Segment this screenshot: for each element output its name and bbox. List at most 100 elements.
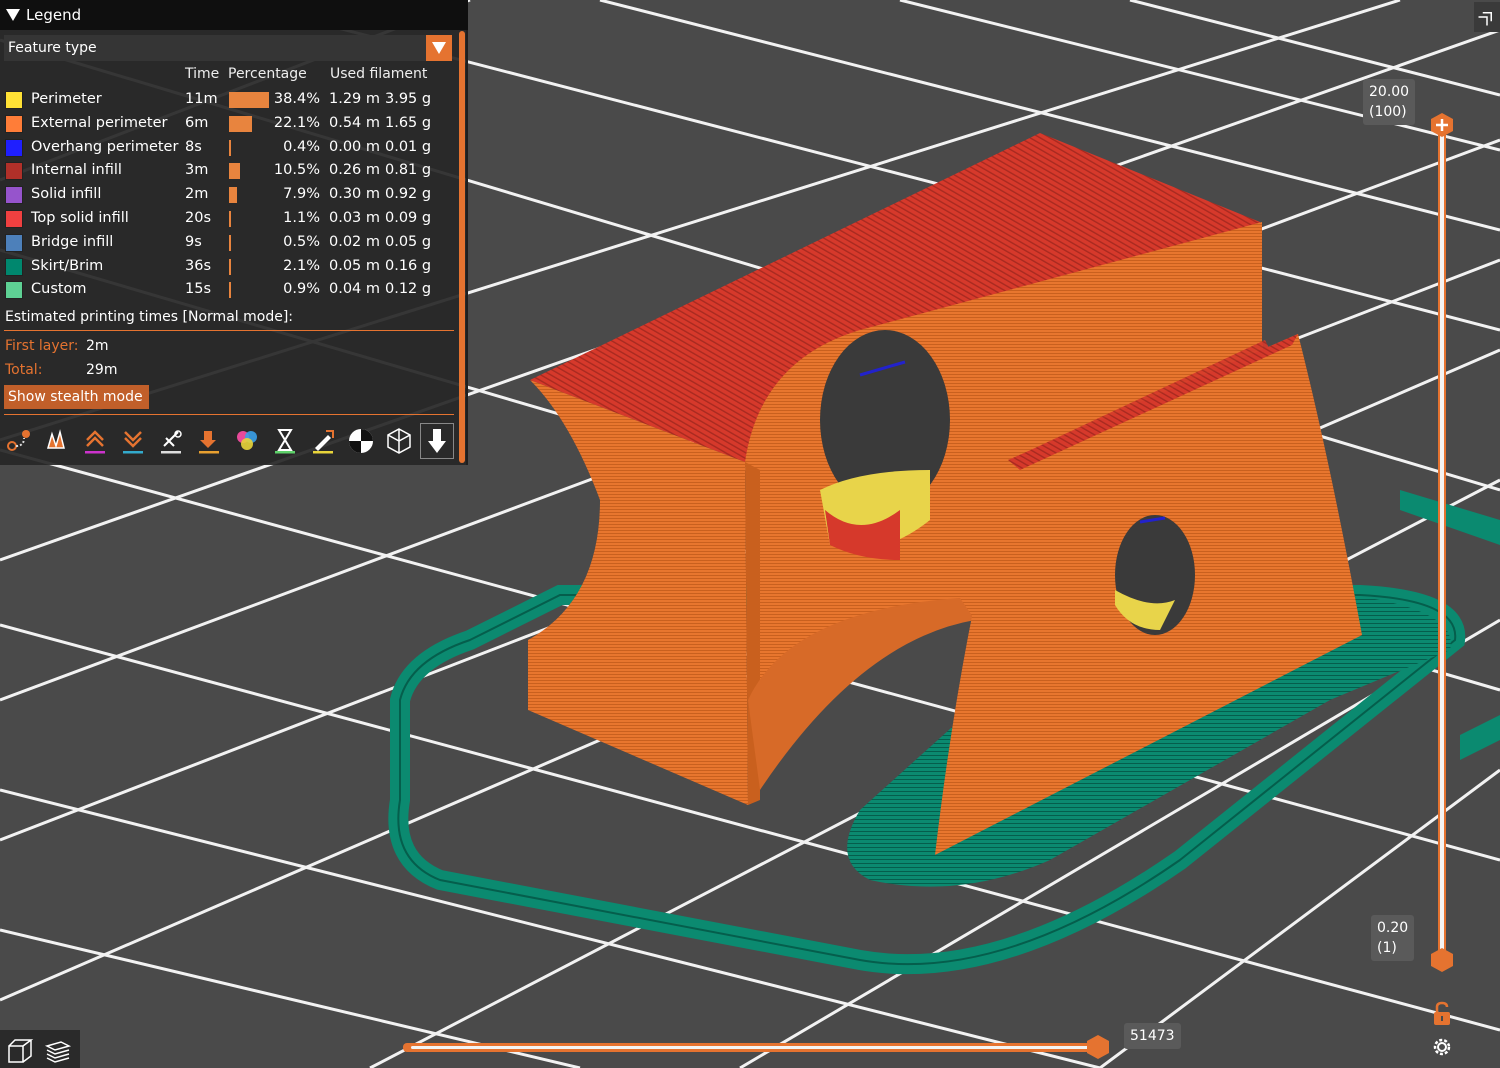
feature-time: 11m	[185, 91, 218, 107]
pause-prints-icon[interactable]	[268, 423, 302, 459]
feature-name: External perimeter	[31, 114, 168, 131]
color-swatch	[5, 162, 23, 181]
percentage-bar	[229, 258, 232, 275]
feature-weight: 3.95 g	[385, 91, 432, 107]
legend-title: Legend	[26, 6, 82, 24]
color-swatch	[5, 257, 23, 276]
legend-row[interactable]: External perimeter 6m 22.1% 0.54 m 1.65 g	[0, 113, 460, 137]
center-of-gravity-icon[interactable]	[344, 423, 378, 459]
feature-length: 0.04 m	[329, 281, 381, 298]
feature-time: 6m	[185, 114, 209, 131]
legend-row[interactable]: Custom 15s 0.9% 0.04 m 0.12 g	[0, 279, 460, 303]
feature-percentage: 0.9%	[283, 281, 320, 298]
legend-toolbar	[2, 423, 457, 459]
legend-row[interactable]: Overhang perimeter 8s 0.4% 0.00 m 0.01 g	[0, 137, 460, 161]
show-stealth-mode-button[interactable]: Show stealth mode	[4, 385, 149, 409]
color-swatch	[5, 114, 23, 133]
layers-view-icon[interactable]	[40, 1034, 76, 1068]
legend-scrollbar[interactable]	[459, 31, 465, 463]
seams-icon[interactable]	[154, 423, 188, 459]
legend-header[interactable]: Legend	[0, 0, 468, 30]
percentage-bar	[229, 163, 240, 180]
feature-percentage: 0.5%	[283, 233, 320, 250]
feature-time: 2m	[185, 186, 209, 203]
color-swatch	[5, 210, 23, 228]
lock-icon[interactable]	[1431, 1001, 1453, 1027]
feature-weight: 1.65 g	[385, 114, 432, 131]
feature-time: 36s	[185, 257, 212, 274]
column-header-time: Time	[185, 66, 220, 82]
tool-marker-icon[interactable]	[420, 423, 454, 459]
feature-name: Bridge infill	[31, 233, 114, 250]
color-swatch	[5, 91, 23, 109]
feature-percentage: 2.1%	[283, 257, 320, 274]
settings-gear-icon[interactable]	[1430, 1034, 1454, 1060]
top-layer-height: 20.00	[1369, 84, 1410, 100]
legend-row[interactable]: Solid infill 2m 7.9% 0.30 m 0.92 g	[0, 184, 460, 208]
color-swatch	[5, 186, 23, 205]
feature-time: 3m	[185, 162, 209, 179]
percentage-bar	[229, 115, 253, 132]
dropdown-arrow-icon[interactable]	[426, 35, 452, 61]
legend-row[interactable]: Bridge infill 9s 0.5% 0.02 m 0.05 g	[0, 232, 460, 256]
legend-panel: Legend Feature type Time Percentage Used…	[0, 0, 468, 465]
travel-icon[interactable]	[2, 423, 36, 459]
feature-percentage: 38.4%	[273, 91, 320, 107]
bottom-layer-tag: 0.20 (1)	[1371, 915, 1415, 961]
feature-time: 15s	[185, 281, 212, 298]
feature-percentage: 7.9%	[283, 186, 320, 203]
feature-length: 0.54 m	[329, 114, 381, 131]
top-thumb-plus-icon[interactable]	[1430, 112, 1454, 138]
move-value-tag: 51473	[1124, 1023, 1181, 1049]
horizontal-thumb-icon[interactable]	[1085, 1034, 1111, 1060]
top-layer-tag: 20.00 (100)	[1363, 79, 1416, 125]
legend-row[interactable]: Skirt/Brim 36s 2.1% 0.05 m 0.16 g	[0, 256, 460, 280]
feature-time: 8s	[185, 138, 202, 155]
deretractions-icon[interactable]	[116, 423, 150, 459]
column-header-percentage: Percentage	[228, 66, 307, 82]
feature-weight: 0.09 g	[385, 210, 432, 226]
view-type-select[interactable]: Feature type	[4, 35, 452, 61]
feature-name: Solid infill	[31, 186, 102, 203]
bottom-thumb-icon[interactable]	[1430, 947, 1454, 973]
percentage-bar	[229, 234, 231, 251]
feature-length: 0.05 m	[329, 257, 381, 274]
shells-icon[interactable]	[382, 423, 416, 459]
feature-percentage: 10.5%	[273, 162, 320, 179]
legend-row[interactable]: Perimeter 11m 38.4% 1.29 m 3.95 g	[0, 89, 460, 113]
feature-time: 20s	[185, 210, 212, 226]
feature-name: Skirt/Brim	[31, 257, 104, 274]
feature-length: 0.30 m	[329, 186, 381, 203]
color-swatch	[5, 281, 23, 300]
collapse-triangle-icon[interactable]	[6, 9, 20, 21]
tool-changes-icon[interactable]	[192, 423, 226, 459]
color-changes-icon[interactable]	[230, 423, 264, 459]
feature-name: Internal infill	[31, 162, 122, 179]
feature-name: Perimeter	[31, 91, 102, 107]
feature-percentage: 0.4%	[283, 138, 320, 155]
feature-length: 0.02 m	[329, 233, 381, 250]
color-swatch	[5, 233, 23, 252]
collapse-sidebar-icon[interactable]	[1474, 2, 1500, 32]
custom-gcodes-icon[interactable]	[306, 423, 340, 459]
column-header-used-filament: Used filament	[330, 66, 428, 82]
percentage-bar	[229, 187, 238, 204]
legend-row[interactable]: Top solid infill 20s 1.1% 0.03 m 0.09 g	[0, 208, 460, 232]
legend-row[interactable]: Internal infill 3m 10.5% 0.26 m 0.81 g	[0, 160, 460, 184]
feature-name: Custom	[31, 281, 87, 298]
retractions-icon[interactable]	[78, 423, 112, 459]
divider	[4, 330, 454, 331]
feature-length: 0.26 m	[329, 162, 381, 179]
percentage-bar	[229, 282, 231, 299]
3d-view-icon[interactable]	[2, 1034, 38, 1068]
feature-weight: 0.81 g	[385, 162, 432, 179]
wipe-icon[interactable]	[40, 423, 74, 459]
vertical-layer-slider[interactable]	[1438, 125, 1446, 961]
estimated-times-title: Estimated printing times [Normal mode]:	[5, 309, 293, 325]
horizontal-move-slider[interactable]	[403, 1043, 1099, 1052]
feature-weight: 0.12 g	[385, 281, 432, 298]
total-label: Total:	[5, 362, 43, 378]
total-value: 29m	[86, 362, 118, 378]
percentage-bar	[229, 139, 231, 156]
percentage-bar	[229, 211, 231, 227]
